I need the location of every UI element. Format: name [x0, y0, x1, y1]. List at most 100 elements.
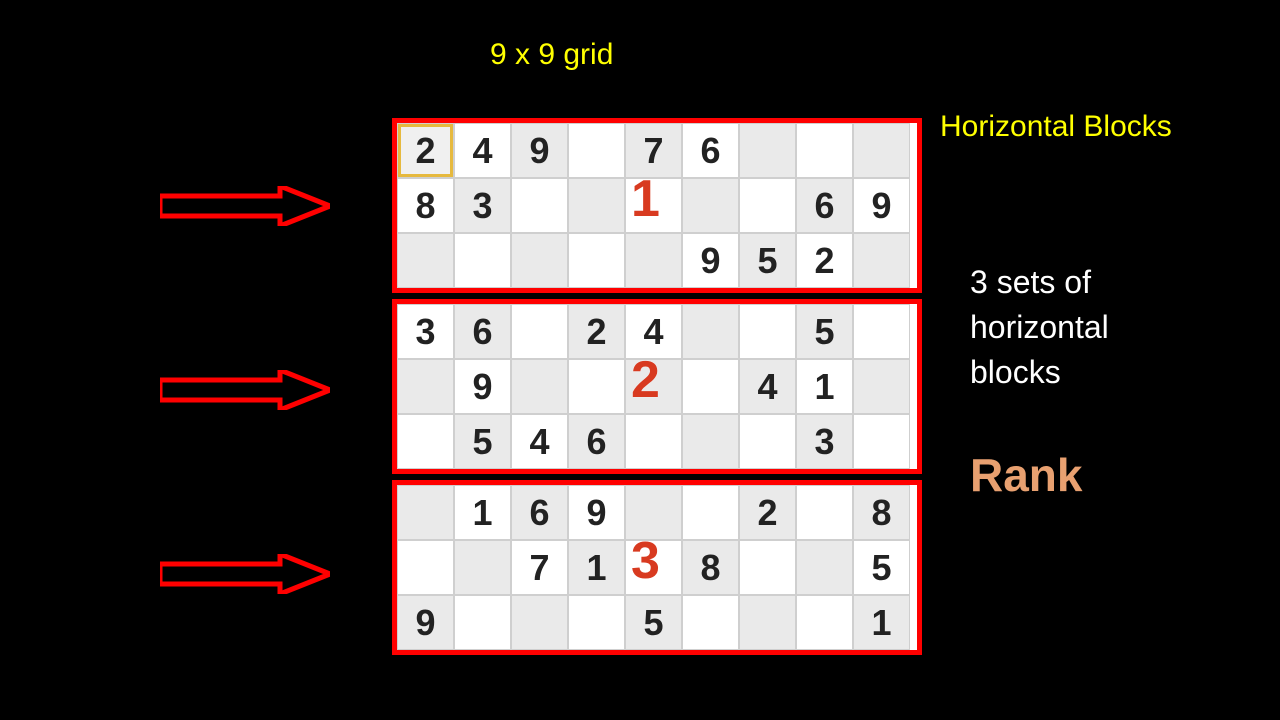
grid-row: 546 3: [397, 414, 917, 469]
grid-cell: [625, 485, 682, 540]
grid-cell: [682, 359, 739, 414]
grid-cell: [739, 304, 796, 359]
grid-cell: 5: [796, 304, 853, 359]
grid-row: 8369: [397, 178, 917, 233]
grid-cell: [682, 304, 739, 359]
grid-cell: 5: [625, 595, 682, 650]
grid-row: 9 41: [397, 359, 917, 414]
arrow-icon: [160, 554, 330, 594]
grid-cell: [397, 485, 454, 540]
grid-cell: [796, 123, 853, 178]
grid-cell: 9: [682, 233, 739, 288]
diagram-title: 9 x 9 grid: [490, 38, 613, 72]
grid-cell: [397, 359, 454, 414]
grid-cell: [511, 359, 568, 414]
label-sets-description: 3 sets of horizontal blocks: [970, 260, 1109, 394]
grid-cell: 9: [853, 178, 910, 233]
grid-cell: [625, 359, 682, 414]
grid-cell: [511, 304, 568, 359]
grid-cell: [511, 595, 568, 650]
grid-cell: 1: [454, 485, 511, 540]
grid-cell: 2: [397, 123, 454, 178]
grid-cell: 4: [454, 123, 511, 178]
text-line: horizontal: [970, 305, 1109, 350]
grid-cell: 9: [454, 359, 511, 414]
grid-cell: [454, 233, 511, 288]
grid-cell: 2: [739, 485, 796, 540]
label-horizontal-blocks: Horizontal Blocks: [940, 110, 1172, 144]
grid-cell: 6: [568, 414, 625, 469]
grid-cell: 6: [454, 304, 511, 359]
grid-cell: [511, 178, 568, 233]
grid-cell: [682, 414, 739, 469]
grid-cell: [739, 123, 796, 178]
grid-cell: 6: [796, 178, 853, 233]
grid-cell: [625, 233, 682, 288]
grid-cell: 9: [568, 485, 625, 540]
grid-cell: [568, 233, 625, 288]
grid-cell: [682, 178, 739, 233]
grid-cell: 6: [511, 485, 568, 540]
grid-cell: 4: [739, 359, 796, 414]
grid-cell: [796, 595, 853, 650]
grid-cell: 8: [853, 485, 910, 540]
arrow-icon: [160, 370, 330, 410]
grid-cell: 8: [682, 540, 739, 595]
grid-cell: [625, 414, 682, 469]
grid-cell: [625, 178, 682, 233]
grid-cell: [397, 414, 454, 469]
grid-cell: 7: [511, 540, 568, 595]
grid-cell: [796, 485, 853, 540]
grid-cell: 5: [739, 233, 796, 288]
grid-cell: [568, 123, 625, 178]
text-line: blocks: [970, 350, 1109, 395]
horizontal-band-2: 3624594154632: [392, 299, 922, 474]
grid-cell: 7: [625, 123, 682, 178]
grid-cell: 3: [796, 414, 853, 469]
grid-cell: [853, 414, 910, 469]
grid-cell: 9: [511, 123, 568, 178]
text-line: 3 sets of: [970, 260, 1109, 305]
grid-row: 9 5 1: [397, 595, 917, 650]
grid-row: 169 2 8: [397, 485, 917, 540]
grid-cell: 4: [511, 414, 568, 469]
grid-cell: [511, 233, 568, 288]
grid-row: 36245: [397, 304, 917, 359]
grid-cell: 5: [853, 540, 910, 595]
grid-cell: [853, 359, 910, 414]
grid-cell: [796, 540, 853, 595]
grid-cell: [568, 359, 625, 414]
grid-row: 952: [397, 233, 917, 288]
grid-cell: [739, 178, 796, 233]
grid-cell: [454, 540, 511, 595]
grid-cell: [454, 595, 511, 650]
grid-row: 71 8 5: [397, 540, 917, 595]
label-rank: Rank: [970, 448, 1082, 502]
sudoku-grid: 2497683699521 3624594154632 169287185951…: [392, 118, 922, 661]
grid-cell: 1: [796, 359, 853, 414]
grid-cell: 5: [454, 414, 511, 469]
arrow-icon: [160, 186, 330, 226]
grid-cell: 6: [682, 123, 739, 178]
grid-cell: [739, 540, 796, 595]
grid-cell: 9: [397, 595, 454, 650]
horizontal-band-3: 1692871859513: [392, 480, 922, 655]
grid-cell: [568, 178, 625, 233]
grid-cell: 3: [397, 304, 454, 359]
grid-row: 249 76: [397, 123, 917, 178]
grid-cell: [853, 123, 910, 178]
grid-cell: [682, 595, 739, 650]
grid-cell: [739, 414, 796, 469]
grid-cell: [682, 485, 739, 540]
grid-cell: 8: [397, 178, 454, 233]
grid-cell: [568, 595, 625, 650]
grid-cell: 2: [796, 233, 853, 288]
grid-cell: 1: [568, 540, 625, 595]
grid-cell: [625, 540, 682, 595]
grid-cell: [853, 304, 910, 359]
grid-cell: [853, 233, 910, 288]
grid-cell: 1: [853, 595, 910, 650]
grid-cell: [397, 540, 454, 595]
grid-cell: [397, 233, 454, 288]
grid-cell: [739, 595, 796, 650]
